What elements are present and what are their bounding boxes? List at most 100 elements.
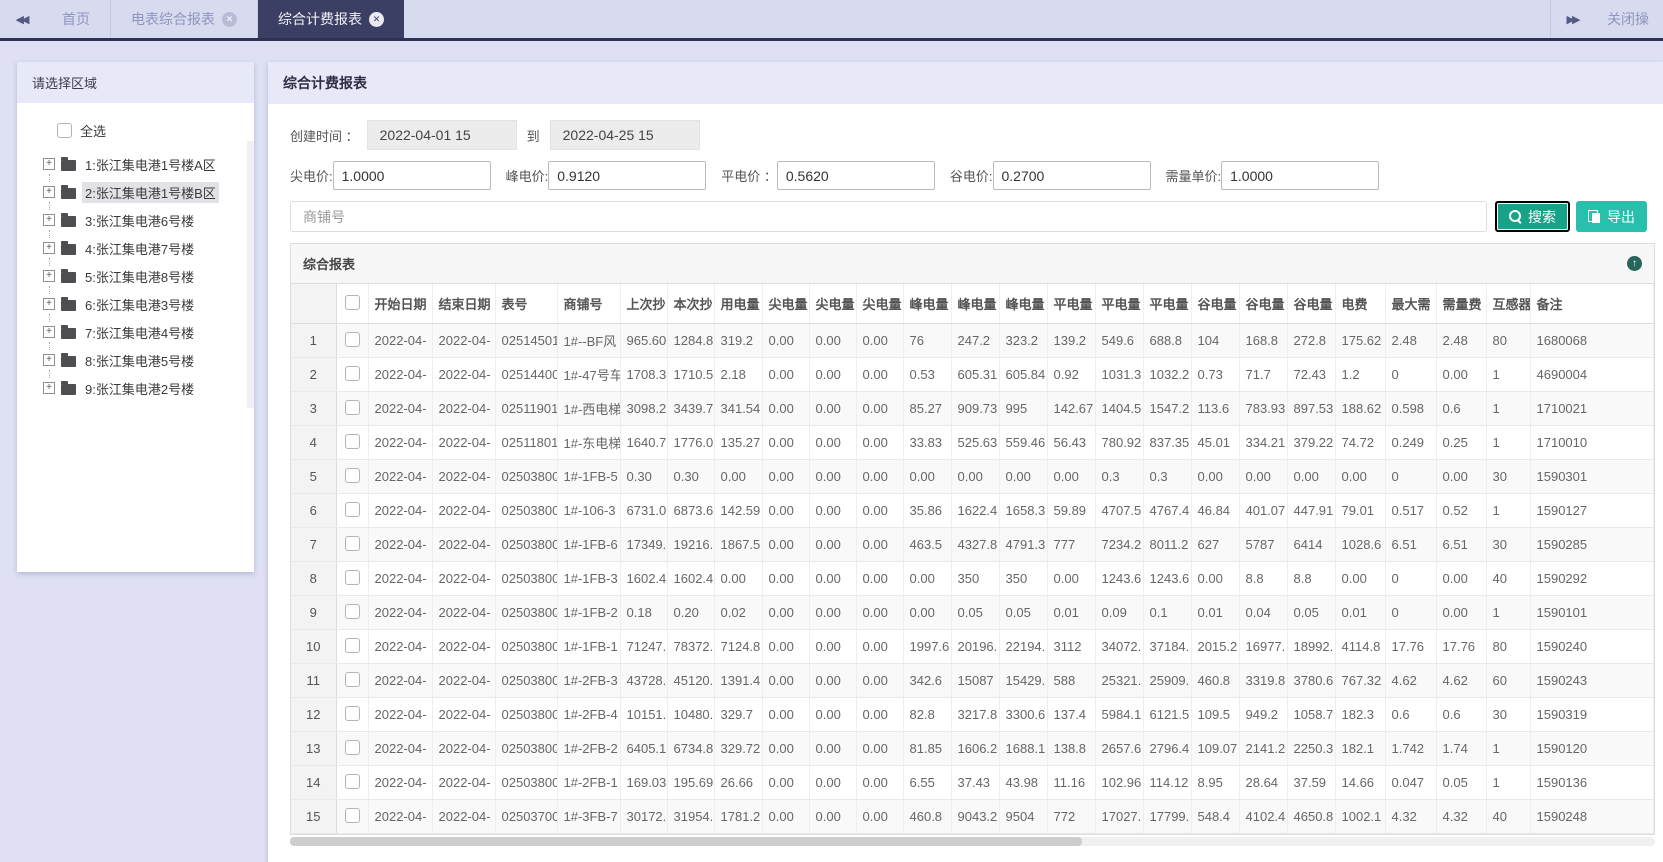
table-cell: 0.00 xyxy=(809,697,857,732)
tree-node-label[interactable]: 7:张江集电港4号楼 xyxy=(82,322,197,343)
tree-node[interactable]: +8:张江集电港5号楼 xyxy=(43,350,248,370)
row-checkbox[interactable] xyxy=(344,603,360,619)
tree-node-label[interactable]: 6:张江集电港3号楼 xyxy=(82,294,197,315)
search-button[interactable]: 搜索 xyxy=(1495,201,1570,232)
select-all-row[interactable]: 全选 xyxy=(57,121,248,140)
tree-node[interactable]: +4:张江集电港7号楼 xyxy=(43,238,248,258)
table-cell: 0.00 xyxy=(951,459,1000,494)
tree-node-label[interactable]: 8:张江集电港5号楼 xyxy=(82,350,197,371)
column-header[interactable]: 商铺号 xyxy=(557,284,621,324)
scrollbar-thumb[interactable] xyxy=(290,837,1082,846)
column-header[interactable]: 平电量 xyxy=(1047,284,1096,324)
tree-node[interactable]: +7:张江集电港4号楼 xyxy=(43,322,248,342)
date-to-input[interactable] xyxy=(549,120,700,150)
select-all-rows-checkbox[interactable] xyxy=(344,294,360,310)
column-header[interactable]: 用电量 xyxy=(714,284,763,324)
expand-icon[interactable]: + xyxy=(43,214,55,226)
column-header[interactable]: 备注 xyxy=(1530,284,1654,324)
horizontal-scrollbar[interactable] xyxy=(290,837,1655,846)
export-button[interactable]: 导出 xyxy=(1576,201,1647,232)
close-operations-menu[interactable]: 关闭操 xyxy=(1593,0,1663,38)
row-checkbox[interactable] xyxy=(344,807,360,823)
column-header[interactable]: 本次抄 xyxy=(667,284,715,324)
tab-首页[interactable]: 首页 xyxy=(42,0,111,38)
column-header[interactable]: 峰电量 xyxy=(999,284,1048,324)
column-header[interactable]: 峰电量 xyxy=(903,284,952,324)
sidebar-scrollbar[interactable] xyxy=(247,141,254,408)
tree-node[interactable]: +6:张江集电港3号楼 xyxy=(43,294,248,314)
column-header[interactable]: 峰电量 xyxy=(951,284,1000,324)
price-input[interactable] xyxy=(776,161,935,190)
expand-icon[interactable]: + xyxy=(43,298,55,310)
table-cell: 0.05 xyxy=(951,595,1000,630)
column-header[interactable]: 平电量 xyxy=(1143,284,1192,324)
price-input[interactable] xyxy=(1221,161,1380,190)
row-checkbox[interactable] xyxy=(344,739,360,755)
info-icon[interactable]: ↑ xyxy=(1627,256,1642,271)
row-checkbox[interactable] xyxy=(344,467,360,483)
expand-icon[interactable]: + xyxy=(43,382,55,394)
tab-close-icon[interactable]: ✕ xyxy=(369,11,384,27)
tree-node-label[interactable]: 1:张江集电港1号楼A区 xyxy=(82,154,219,175)
table-cell: 549.6 xyxy=(1095,323,1144,358)
column-header[interactable]: 尖电量 xyxy=(809,284,857,324)
tree-node[interactable]: +9:张江集电港2号楼 xyxy=(43,378,248,398)
column-header[interactable]: 谷电量 xyxy=(1191,284,1240,324)
tree-node-label[interactable]: 2:张江集电港1号楼B区 xyxy=(82,181,219,203)
expand-icon[interactable]: + xyxy=(43,242,55,254)
row-checkbox[interactable] xyxy=(344,773,360,789)
column-header[interactable]: 上次抄 xyxy=(620,284,668,324)
tab-close-icon[interactable]: ✕ xyxy=(222,11,237,27)
column-header[interactable]: 表号 xyxy=(495,284,558,324)
tree-node[interactable]: +2:张江集电港1号楼B区 xyxy=(43,181,248,203)
price-input[interactable] xyxy=(548,161,707,190)
price-field-group: 平电价 ： xyxy=(721,161,935,190)
row-checkbox[interactable] xyxy=(344,705,360,721)
shop-number-input[interactable] xyxy=(290,201,1487,232)
column-header[interactable]: 谷电量 xyxy=(1287,284,1336,324)
column-header[interactable]: 尖电量 xyxy=(762,284,810,324)
row-checkbox[interactable] xyxy=(344,671,360,687)
expand-icon[interactable]: + xyxy=(43,158,55,170)
scroll-tabs-right-icon[interactable]: ▶▶ xyxy=(1551,0,1593,38)
scroll-tabs-left-icon[interactable]: ◀◀ xyxy=(0,0,42,38)
row-checkbox[interactable] xyxy=(344,331,360,347)
expand-icon[interactable]: + xyxy=(43,270,55,282)
tree-node-label[interactable]: 9:张江集电港2号楼 xyxy=(82,378,197,399)
tab-电表综合报表[interactable]: 电表综合报表 ✕ xyxy=(111,0,258,38)
expand-icon[interactable]: + xyxy=(43,354,55,366)
row-checkbox[interactable] xyxy=(344,501,360,517)
search-icon xyxy=(1509,210,1522,223)
tree-node-label[interactable]: 4:张江集电港7号楼 xyxy=(82,238,197,259)
price-input[interactable] xyxy=(992,161,1151,190)
tree-node[interactable]: +3:张江集电港6号楼 xyxy=(43,210,248,230)
column-header[interactable]: 需量费 xyxy=(1436,284,1487,324)
tab-综合计费报表[interactable]: 综合计费报表 ✕ xyxy=(258,0,404,38)
column-header[interactable]: 平电量 xyxy=(1095,284,1144,324)
column-header[interactable]: 互感器 xyxy=(1486,284,1531,324)
row-checkbox[interactable] xyxy=(344,433,360,449)
table-cell: 104 xyxy=(1191,323,1240,358)
row-checkbox[interactable] xyxy=(344,637,360,653)
expand-icon[interactable]: + xyxy=(43,326,55,338)
date-from-input[interactable] xyxy=(366,120,517,150)
column-header[interactable]: 结束日期 xyxy=(432,284,496,324)
column-header[interactable]: 谷电量 xyxy=(1239,284,1288,324)
report-table: 开始日期 结束日期 表号 商铺号 上次抄 本次抄 用电量 尖电量 尖电量 尖电量 峰电量 峰电量 峰电量… xyxy=(291,284,1654,834)
column-header[interactable]: 尖电量 xyxy=(856,284,904,324)
column-header[interactable]: 电费 xyxy=(1335,284,1386,324)
row-checkbox[interactable] xyxy=(344,569,360,585)
price-input[interactable] xyxy=(332,161,491,190)
tree-node-label[interactable]: 5:张江集电港8号楼 xyxy=(82,266,197,287)
row-checkbox[interactable] xyxy=(344,535,360,551)
tree-node[interactable]: +5:张江集电港8号楼 xyxy=(43,266,248,286)
row-checkbox[interactable] xyxy=(344,399,360,415)
column-header[interactable]: 最大需 xyxy=(1385,284,1437,324)
tree-node[interactable]: +1:张江集电港1号楼A区 xyxy=(43,154,248,174)
tree-node-label[interactable]: 3:张江集电港6号楼 xyxy=(82,210,197,231)
table-cell: 8.8 xyxy=(1239,561,1288,596)
column-header[interactable]: 开始日期 xyxy=(368,284,433,324)
row-checkbox[interactable] xyxy=(344,365,360,381)
expand-icon[interactable]: + xyxy=(43,186,55,198)
select-all-checkbox[interactable] xyxy=(57,123,72,138)
